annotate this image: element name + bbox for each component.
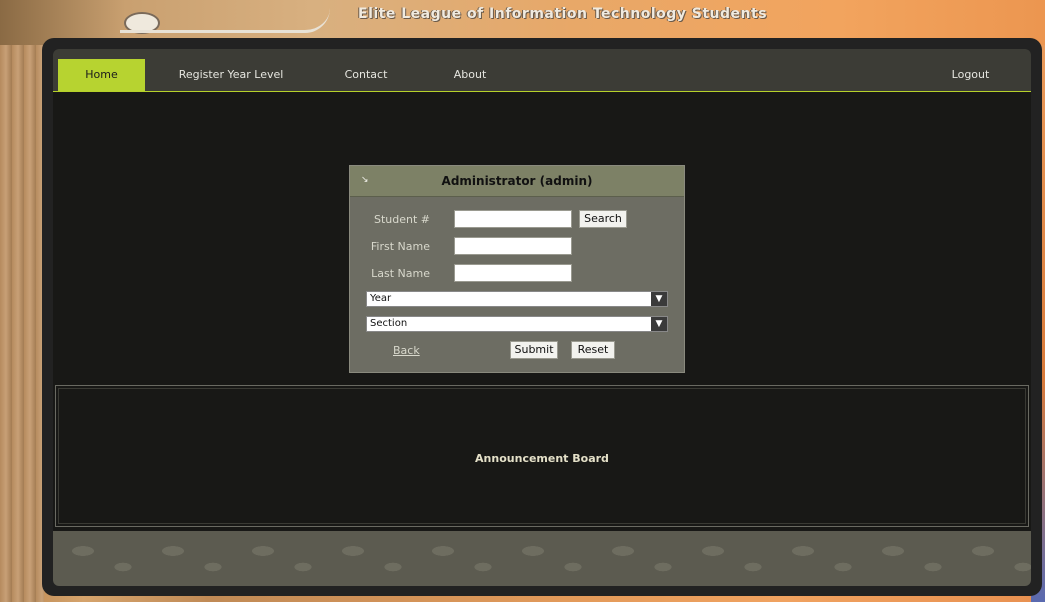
- reset-button[interactable]: Reset: [571, 341, 615, 359]
- announcement-board: Announcement Board: [55, 385, 1029, 527]
- nav-item-home[interactable]: Home: [58, 59, 145, 91]
- first-name-input[interactable]: [454, 237, 572, 255]
- nav-bar: Home Register Year Level Contact About L…: [53, 49, 1031, 92]
- last-name-label: Last Name: [371, 267, 430, 280]
- chevron-down-icon[interactable]: ▼: [651, 317, 667, 331]
- section-select-value: Section: [370, 318, 408, 329]
- background-building: [0, 45, 44, 602]
- year-select[interactable]: Year ▼: [366, 291, 668, 307]
- nav-item-register-year-level[interactable]: Register Year Level: [171, 59, 291, 91]
- year-select-value: Year: [370, 293, 392, 304]
- student-no-input[interactable]: [454, 210, 572, 228]
- student-no-label: Student #: [373, 213, 430, 226]
- admin-form: ↘ Administrator (admin) Student # Search…: [349, 165, 685, 373]
- search-button[interactable]: Search: [579, 210, 627, 228]
- nav-item-logout[interactable]: Logout: [943, 59, 998, 91]
- nav-item-about[interactable]: About: [445, 59, 495, 91]
- first-name-label: First Name: [370, 240, 430, 253]
- logo-swoosh: [120, 8, 330, 33]
- admin-form-header: ↘ Administrator (admin): [350, 166, 684, 197]
- admin-form-title: Administrator (admin): [441, 174, 593, 188]
- section-select[interactable]: Section ▼: [366, 316, 668, 332]
- content-panel: Home Register Year Level Contact About L…: [53, 49, 1031, 586]
- back-link[interactable]: Back: [393, 344, 420, 357]
- site-slogan: Elite League of Information Technology S…: [358, 6, 768, 22]
- nav-item-contact[interactable]: Contact: [336, 59, 396, 91]
- chevron-down-icon[interactable]: ▼: [651, 292, 667, 306]
- last-name-input[interactable]: [454, 264, 572, 282]
- submit-button[interactable]: Submit: [510, 341, 558, 359]
- announcement-title: Announcement Board: [475, 452, 609, 465]
- footer-leaf-pattern: [53, 531, 1031, 586]
